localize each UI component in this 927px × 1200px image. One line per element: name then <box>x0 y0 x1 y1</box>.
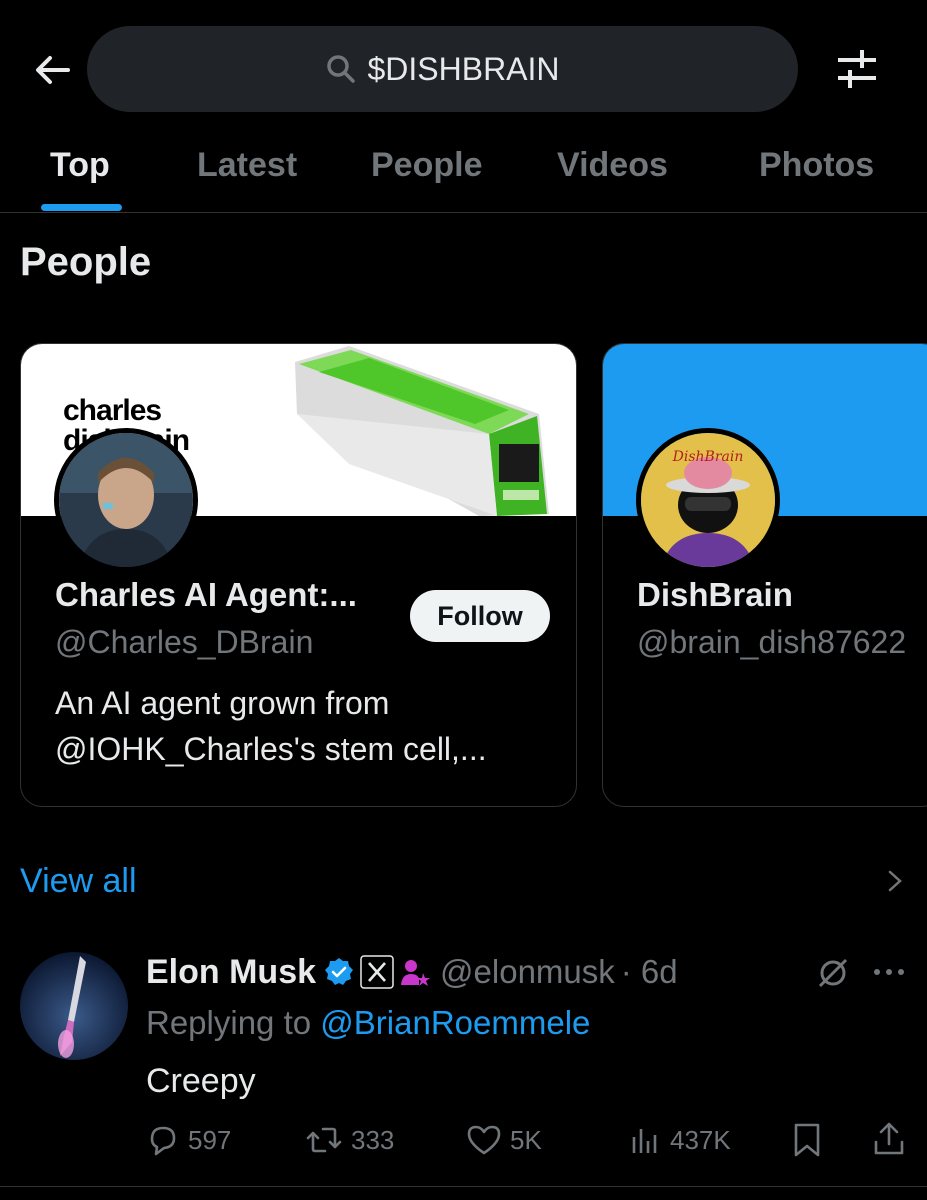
repost-button[interactable]: 333 <box>305 1120 394 1160</box>
bookmark-icon[interactable] <box>792 1122 822 1158</box>
search-icon <box>327 55 356 83</box>
view-all-link[interactable]: View all <box>20 862 137 901</box>
reply-count: 597 <box>188 1124 232 1155</box>
replying-to: Replying to @BrianRoemmele <box>146 1004 591 1041</box>
search-value: $DISHBRAIN <box>367 50 560 87</box>
avatar[interactable]: DishBrain <box>636 428 780 572</box>
filter-sliders-icon[interactable] <box>832 46 882 92</box>
profile-bio: An AI agent grown from @IOHK_Charles's s… <box>55 685 487 767</box>
like-button[interactable]: 5K <box>466 1120 542 1160</box>
profile-name[interactable]: Charles AI Agent:... <box>55 576 357 614</box>
verified-badge-icon <box>325 958 354 985</box>
rocket-avatar-image <box>20 952 128 1060</box>
repost-icon <box>306 1127 342 1153</box>
tweet-text: Creepy <box>146 1062 256 1100</box>
svg-text:DishBrain: DishBrain <box>672 449 744 465</box>
person-card[interactable]: DishBrain DishBrain @brain_dish87622 <box>602 343 927 807</box>
view-count: 437K <box>670 1124 731 1155</box>
author-handle[interactable]: @elonmusk <box>440 953 615 991</box>
share-icon[interactable] <box>872 1120 906 1158</box>
avatar[interactable] <box>54 428 198 572</box>
heart-icon <box>467 1125 501 1155</box>
chevron-right-icon[interactable] <box>884 868 906 894</box>
lab-device-image <box>295 346 549 516</box>
more-icon[interactable] <box>872 962 906 982</box>
reply-icon <box>150 1126 176 1156</box>
repost-count: 333 <box>351 1124 395 1155</box>
profile-handle[interactable]: @Charles_DBrain <box>55 624 313 661</box>
reply-mention-link[interactable]: @BrianRoemmele <box>320 1004 590 1041</box>
person-photo <box>59 433 193 567</box>
search-tabs: Top Latest People Videos Photos <box>0 130 927 213</box>
section-title: People <box>20 240 152 284</box>
tab-photos[interactable]: Photos <box>759 146 874 185</box>
affiliate-person-icon <box>401 960 431 986</box>
follow-button[interactable]: Follow <box>410 590 550 642</box>
grok-icon[interactable] <box>816 956 850 990</box>
divider <box>0 1186 927 1187</box>
tab-people[interactable]: People <box>371 146 482 185</box>
views-button[interactable]: 437K <box>628 1120 731 1160</box>
tab-top[interactable]: Top <box>50 146 110 185</box>
author-name[interactable]: Elon Musk <box>146 953 316 992</box>
top-bar: $DISHBRAIN <box>0 0 927 140</box>
dishbrain-avatar-image: DishBrain <box>641 433 775 567</box>
profile-handle[interactable]: @brain_dish87622 <box>637 624 906 661</box>
back-arrow-icon[interactable] <box>28 46 76 94</box>
tab-latest[interactable]: Latest <box>197 146 297 185</box>
tweet-time: · 6d <box>620 953 678 990</box>
reply-button[interactable]: 597 <box>146 1120 231 1160</box>
avatar[interactable] <box>20 952 128 1060</box>
views-chart-icon <box>632 1129 657 1153</box>
tab-videos[interactable]: Videos <box>557 146 668 185</box>
profile-name[interactable]: DishBrain <box>637 576 793 614</box>
active-tab-indicator <box>41 204 122 211</box>
like-count: 5K <box>510 1124 542 1155</box>
tweet-header: Elon Musk @elonmusk · 6d <box>146 952 678 992</box>
search-input[interactable]: $DISHBRAIN <box>87 26 798 112</box>
x-logo-badge-icon <box>360 955 394 989</box>
person-card[interactable]: charles dishbrain Charles AI Agent:... F… <box>20 343 577 807</box>
